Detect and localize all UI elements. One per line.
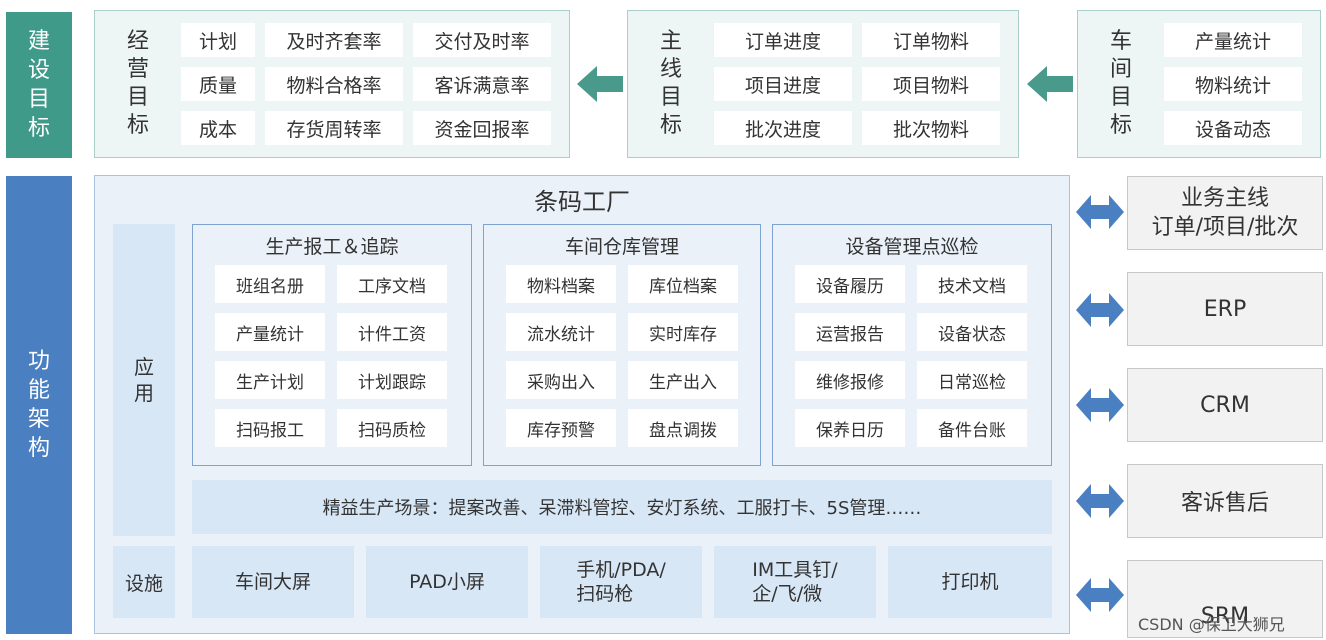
left-arrow-icon [577,66,623,102]
module-warehouse-management: 车间仓库管理 物料档案 库位档案 流水统计 实时库存 采购出入 生产出入 库存预… [483,224,761,466]
business-goals-title: 经营目标 [126,29,149,138]
module-item: 流水统计 [506,313,616,351]
module-item: 设备状态 [917,313,1027,351]
double-arrow-icon [1076,293,1124,327]
build-goals-label-text: 建设目标 [27,29,50,141]
workshop-goals-panel: 车间目标 产量统计 物料统计 设备动态 [1077,10,1321,158]
functional-architecture-label: 功能架构 [6,176,72,634]
goal-chip: 批次进度 [714,111,852,145]
mainline-goals-panel: 主线目标 订单进度 订单物料 项目进度 项目物料 批次进度 批次物料 [627,10,1019,158]
application-label: 应用 [113,224,175,536]
double-arrow-icon [1076,195,1124,229]
infra-item: 手机/PDA/ 扫码枪 [540,546,702,618]
goal-chip: 物料统计 [1164,67,1302,101]
external-system-business-mainline: 业务主线 订单/项目/批次 [1127,176,1323,250]
double-arrow-icon [1076,388,1124,422]
goal-chip: 项目物料 [862,67,1000,101]
lean-scenarios-strip: 精益生产场景：提案改善、呆滞料管控、安灯系统、工服打卡、5S管理…… [192,480,1052,534]
module-item: 保养日历 [795,409,905,447]
module-item: 计件工资 [337,313,447,351]
module-item: 扫码质检 [337,409,447,447]
module-item: 维修报修 [795,361,905,399]
lean-scenarios-text: 精益生产场景：提案改善、呆滞料管控、安灯系统、工服打卡、5S管理…… [322,498,922,519]
module-title: 生产报工＆追踪 [265,236,399,258]
goal-chip: 资金回报率 [413,111,551,145]
module-production-reporting: 生产报工＆追踪 班组名册 工序文档 产量统计 计件工资 生产计划 计划跟踪 扫码… [192,224,472,466]
module-item: 技术文档 [917,265,1027,303]
goal-chip: 项目进度 [714,67,852,101]
goal-chip: 产量统计 [1164,23,1302,57]
infra-item: IM工具钉/ 企/飞/微 [714,546,876,618]
module-item: 班组名册 [215,265,325,303]
external-system-after-sales: 客诉售后 [1127,464,1323,538]
workshop-goals-title: 车间目标 [1109,29,1132,138]
watermark: CSDN @保卫大狮兄 [1138,615,1285,634]
module-item: 日常巡检 [917,361,1027,399]
barcode-factory-panel: 条码工厂 应用 生产报工＆追踪 班组名册 工序文档 产量统计 计件工资 生产计划… [94,175,1070,634]
build-goals-label: 建设目标 [6,12,72,158]
external-system-erp: ERP [1127,272,1323,346]
goal-chip: 存货周转率 [265,111,403,145]
module-item: 设备履历 [795,265,905,303]
module-item: 库存预警 [506,409,616,447]
double-arrow-icon [1076,578,1124,612]
goal-chip: 订单进度 [714,23,852,57]
goal-chip: 计划 [181,23,255,57]
module-title: 车间仓库管理 [564,236,679,258]
module-item: 计划跟踪 [337,361,447,399]
goal-chip: 设备动态 [1164,111,1302,145]
goal-chip: 及时齐套率 [265,23,403,57]
module-item: 产量统计 [215,313,325,351]
double-arrow-icon [1076,484,1124,518]
module-item: 物料档案 [506,265,616,303]
infra-item: 打印机 [888,546,1052,618]
goal-chip: 质量 [181,67,255,101]
infra-item: PAD小屏 [366,546,528,618]
module-equipment-inspection: 设备管理点巡检 设备履历 技术文档 运营报告 设备状态 维修报修 日常巡检 保养… [772,224,1052,466]
business-goals-panel: 经营目标 计划 及时齐套率 交付及时率 质量 物料合格率 客诉满意率 成本 存货… [94,10,570,158]
goal-chip: 订单物料 [862,23,1000,57]
left-arrow-icon [1027,66,1073,102]
factory-title: 条码工厂 [534,188,630,216]
external-system-crm: CRM [1127,368,1323,442]
goal-chip: 成本 [181,111,255,145]
module-item: 生产出入 [628,361,738,399]
infra-item: 车间大屏 [192,546,354,618]
module-item: 实时库存 [628,313,738,351]
goal-chip: 客诉满意率 [413,67,551,101]
module-item: 工序文档 [337,265,447,303]
module-item: 运营报告 [795,313,905,351]
goal-chip: 批次物料 [862,111,1000,145]
module-item: 盘点调拨 [628,409,738,447]
module-item: 备件台账 [917,409,1027,447]
module-item: 库位档案 [628,265,738,303]
goal-chip: 交付及时率 [413,23,551,57]
module-item: 扫码报工 [215,409,325,447]
module-title: 设备管理点巡检 [845,236,979,258]
mainline-goals-title: 主线目标 [659,29,682,138]
infrastructure-label: 设施 [113,546,175,618]
module-item: 采购出入 [506,361,616,399]
goal-chip: 物料合格率 [265,67,403,101]
functional-architecture-label-text: 功能架构 [27,349,50,461]
module-item: 生产计划 [215,361,325,399]
